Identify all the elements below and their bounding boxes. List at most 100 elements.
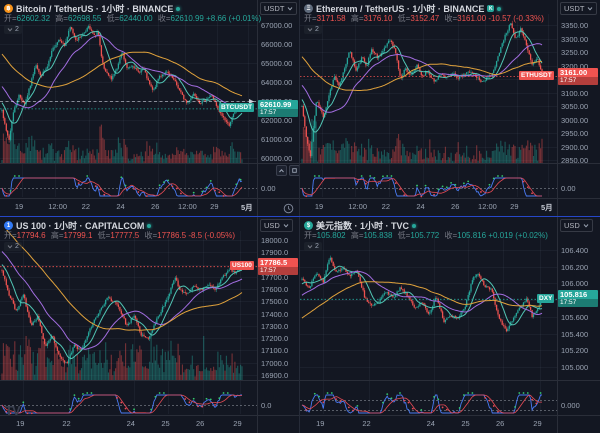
currency-dropdown[interactable]: USD [560,219,593,232]
last-price-value: 62610.99 [258,100,298,109]
ohlc-high-label: 高= [51,231,64,240]
indicator-count: 2 [15,26,19,33]
currency-label: USDT [264,4,284,13]
ohlc-close-label: 收= [444,14,457,23]
chevron-down-icon [7,245,13,249]
ohlc-close-label: 收= [144,231,157,240]
us100-icon: 1 [4,221,13,230]
ethereum-icon: Ξ [304,4,313,13]
ohlc-open-value: 17794.6 [17,231,46,240]
collapsed-indicators-chip[interactable]: 2 [304,25,322,34]
chart-panel-ethereum[interactable]: 3350.003300.003250.003200.003150.003100.… [300,0,600,216]
time-tick-label: 22 [362,419,370,428]
time-tick-label: 24 [416,202,424,211]
ohlc-high-label: 高= [55,14,68,23]
ohlc-close-label: 收= [444,231,457,240]
chevron-down-icon [307,28,313,32]
time-tick-label: 24 [127,419,135,428]
price-axis[interactable]: 3350.003300.003250.003200.003150.003100.… [558,0,599,198]
price-tick-label: 3100.00 [561,89,588,98]
currency-label: USDT [564,4,584,13]
time-tick-label: 25 [161,419,169,428]
time-tick-label: 29 [210,202,218,211]
price-line-tag[interactable]: DXY [537,294,554,303]
last-price-label[interactable]: 105.816 17:57 [558,290,598,307]
ohlc-low-label: 低= [107,14,120,23]
ohlc-high-value: 3176.10 [364,14,393,23]
price-tick-label: 105.200 [561,346,588,355]
currency-dropdown[interactable]: USDT [260,2,297,15]
chart-panel-bitcoin[interactable]: 67000.0066000.0065000.0064000.0063000.00… [0,0,299,216]
collapsed-indicators-chip[interactable]: 2 [304,242,322,251]
ohlc-change-value: +0.019 (+0.02%) [488,231,548,240]
bar-countdown: 17:57 [558,299,598,307]
indicator-value-label: 0.00 [561,184,576,193]
price-tick-label: 106.000 [561,279,588,288]
row-divider[interactable] [0,216,600,217]
price-tick-label: 105.600 [561,313,588,322]
ohlc-high-value: 105.838 [364,231,393,240]
price-axis[interactable]: 106.400106.200106.000105.800105.600105.4… [558,217,599,415]
chart-panel-dollar-index[interactable]: 106.400106.200106.000105.800105.600105.4… [300,217,600,433]
timezone-clock-icon[interactable] [283,201,294,216]
time-axis[interactable]: 1912:0022242612:00295月 [300,0,558,216]
time-tick-label: 19 [15,202,23,211]
pane-collapse-button[interactable] [276,165,287,176]
tradingview-multichart: 67000.0066000.0065000.0064000.0063000.00… [0,0,600,433]
ohlc-low-value: 105.772 [410,231,439,240]
ohlc-open-label: 开= [304,231,317,240]
collapsed-indicators-chip[interactable]: 2 [4,25,22,34]
ohlc-open-label: 开= [4,14,17,23]
time-tick-label: 29 [533,419,541,428]
indicator-count: 2 [315,26,319,33]
ohlc-readout: 开=17794.6 高=17799.1 低=17777.5 收=17786.5 … [4,230,235,241]
price-tick-label: 3050.00 [561,102,588,111]
collapsed-indicators-chip[interactable]: 2 [4,242,22,251]
price-tick-label: 17400.0 [261,310,288,319]
time-tick-label: 26 [496,419,504,428]
ohlc-low-value: 62440.00 [119,14,152,23]
bar-countdown: 17:57 [258,109,298,117]
indicator-value-label: 0.00 [261,184,276,193]
price-line-tag[interactable]: US100 [230,261,254,270]
dollar-index-icon: $ [304,221,313,230]
indicator-value-label: 0.0 [261,401,271,410]
ohlc-close-value: 3161.00 [457,14,486,23]
price-line-tag[interactable]: BTCUSDT [219,103,254,112]
time-tick-label: 22 [82,202,90,211]
ohlc-close-value: 62610.99 [171,14,204,23]
price-tick-label: 64000.00 [261,78,292,87]
price-tick-label: 2950.00 [561,129,588,138]
chevron-down-icon [283,224,289,228]
price-tick-label: 66000.00 [261,40,292,49]
time-axis[interactable]: 192224252629 [300,217,558,433]
currency-dropdown[interactable]: USD [260,219,293,232]
price-axis[interactable]: 18000.017900.017800.017700.017600.017500… [258,217,299,415]
price-tick-label: 60000.00 [261,154,292,163]
time-tick-label: 29 [233,419,241,428]
ohlc-readout: 开=3171.58 高=3176.10 低=3152.47 收=3161.00 … [304,13,544,24]
last-price-label[interactable]: 3161.00 17:57 [558,68,598,85]
market-open-dot [147,224,151,228]
ohlc-readout: 开=62602.32 高=62698.55 低=62440.00 收=62610… [4,13,261,24]
last-price-value: 3161.00 [558,68,598,77]
ohlc-high-value: 17799.1 [64,231,93,240]
last-price-label[interactable]: 17786.5 17:57 [258,258,298,275]
time-tick-label: 5月 [241,202,253,213]
pane-maximize-button[interactable] [289,165,299,176]
price-line-tag[interactable]: ETHUSDT [519,71,554,80]
market-open-dot [412,224,416,228]
tradingview-logo[interactable]: TV [5,403,20,418]
time-axis[interactable]: 192224252629 [0,217,258,433]
time-tick-label: 24 [116,202,124,211]
time-tick-label: 24 [427,419,435,428]
bar-countdown: 17:57 [258,267,298,275]
market-open-dot [176,7,180,11]
last-price-label[interactable]: 62610.99 17:57 [258,100,298,117]
ohlc-open-label: 开= [304,14,317,23]
chart-panel-us100[interactable]: 18000.017900.017800.017700.017600.017500… [0,217,299,433]
price-tick-label: 3250.00 [561,48,588,57]
bar-countdown: 17:57 [558,77,598,85]
price-tick-label: 105.000 [561,363,588,372]
currency-dropdown[interactable]: USDT [560,2,597,15]
